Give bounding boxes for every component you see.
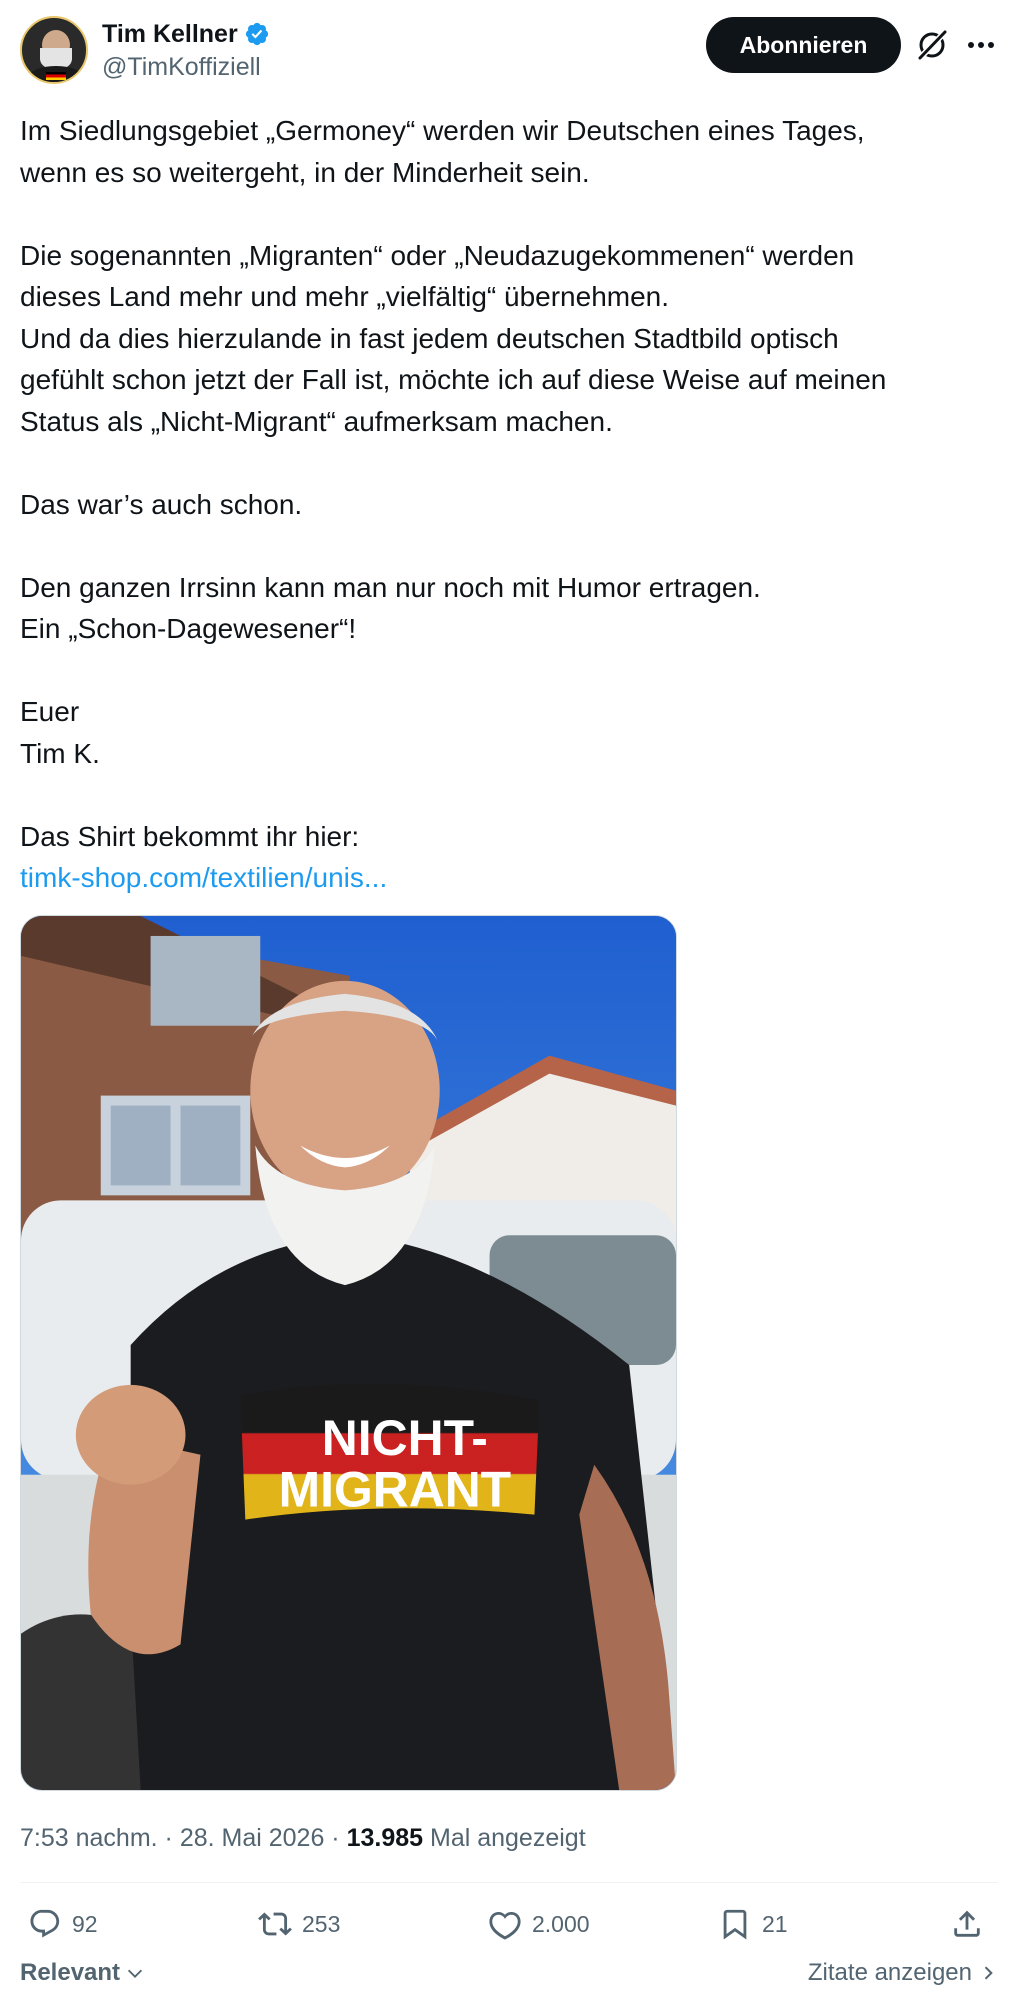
tweet-photo[interactable]: NICHT- MIGRANT — [20, 915, 677, 1791]
bookmark-icon — [723, 1909, 747, 1940]
tweet-date[interactable]: 28. Mai 2026 — [180, 1824, 325, 1852]
meta-separator: · — [324, 1824, 347, 1852]
repost-icon — [258, 1912, 292, 1936]
reply-count: 92 — [72, 1910, 98, 1937]
tweet-paragraph: Euer Tim K. — [20, 696, 100, 769]
sort-dropdown[interactable]: Relevant — [20, 1959, 146, 1987]
author-handle[interactable]: @TimKoffiziell — [102, 50, 270, 84]
tweet-paragraph: Im Siedlungsgebiet „Germoney“ werden wir… — [20, 115, 865, 188]
reply-icon — [30, 1909, 60, 1938]
view-quotes-link[interactable]: Zitate anzeigen — [808, 1959, 998, 1987]
tweet-time[interactable]: 7:53 nachm. — [20, 1824, 158, 1852]
views-label: Mal angezeigt — [423, 1824, 586, 1852]
author-name-row[interactable]: Tim Kellner — [102, 18, 270, 50]
tweet-meta: 7:53 nachm. · 28. Mai 2026 · 13.985 Mal … — [20, 1821, 586, 1855]
like-button[interactable]: 2.000 — [488, 1896, 590, 1952]
chevron-down-icon — [127, 1969, 143, 1978]
tweet-body: Im Siedlungsgebiet „Germoney“ werden wir… — [20, 110, 998, 899]
sort-label: Relevant — [20, 1959, 121, 1986]
views-count: 13.985 — [346, 1824, 424, 1852]
reply-button[interactable]: 92 — [28, 1896, 98, 1952]
grok-icon[interactable] — [915, 28, 949, 62]
more-horizontal-icon[interactable] — [964, 30, 998, 60]
action-bar: 92 253 2.000 21 — [20, 1896, 998, 1952]
subscribe-button[interactable]: Abonnieren — [706, 17, 901, 73]
heart-icon — [489, 1911, 521, 1940]
like-count: 2.000 — [532, 1910, 590, 1937]
tweet-header: Tim Kellner @TimKoffiziell Abonnieren — [20, 16, 998, 88]
repost-count: 253 — [302, 1910, 341, 1937]
tweet-paragraph: Die sogenannten „Migranten“ oder „Neudaz… — [20, 239, 887, 437]
reply-controls: Relevant Zitate anzeigen — [20, 1959, 998, 1999]
tweet-paragraph: Den ganzen Irrsinn kann man nur noch mit… — [20, 571, 761, 645]
shop-link[interactable]: timk-shop.com/textilien/unis... — [20, 862, 387, 893]
tweet-paragraph: Das Shirt bekommt ihr hier: — [20, 820, 360, 852]
bookmark-button[interactable]: 21 — [718, 1896, 788, 1952]
repost-button[interactable]: 253 — [258, 1896, 340, 1952]
bookmark-count: 21 — [762, 1910, 788, 1937]
author-block: Tim Kellner @TimKoffiziell — [102, 18, 270, 84]
chevron-right-icon — [984, 1966, 993, 1980]
avatar[interactable] — [20, 16, 88, 84]
divider — [20, 1882, 998, 1883]
quotes-label: Zitate anzeigen — [807, 1959, 972, 1986]
author-display-name[interactable]: Tim Kellner — [102, 18, 238, 50]
share-icon — [954, 1910, 980, 1937]
shirt-print-line-1: NICHT- — [322, 1410, 488, 1466]
meta-separator: · — [157, 1824, 180, 1852]
verified-badge-icon — [245, 22, 268, 46]
share-button[interactable] — [950, 1896, 984, 1952]
shirt-print-line-2: MIGRANT — [279, 1462, 512, 1518]
tweet-paragraph: Das war’s auch schon. — [20, 488, 303, 520]
